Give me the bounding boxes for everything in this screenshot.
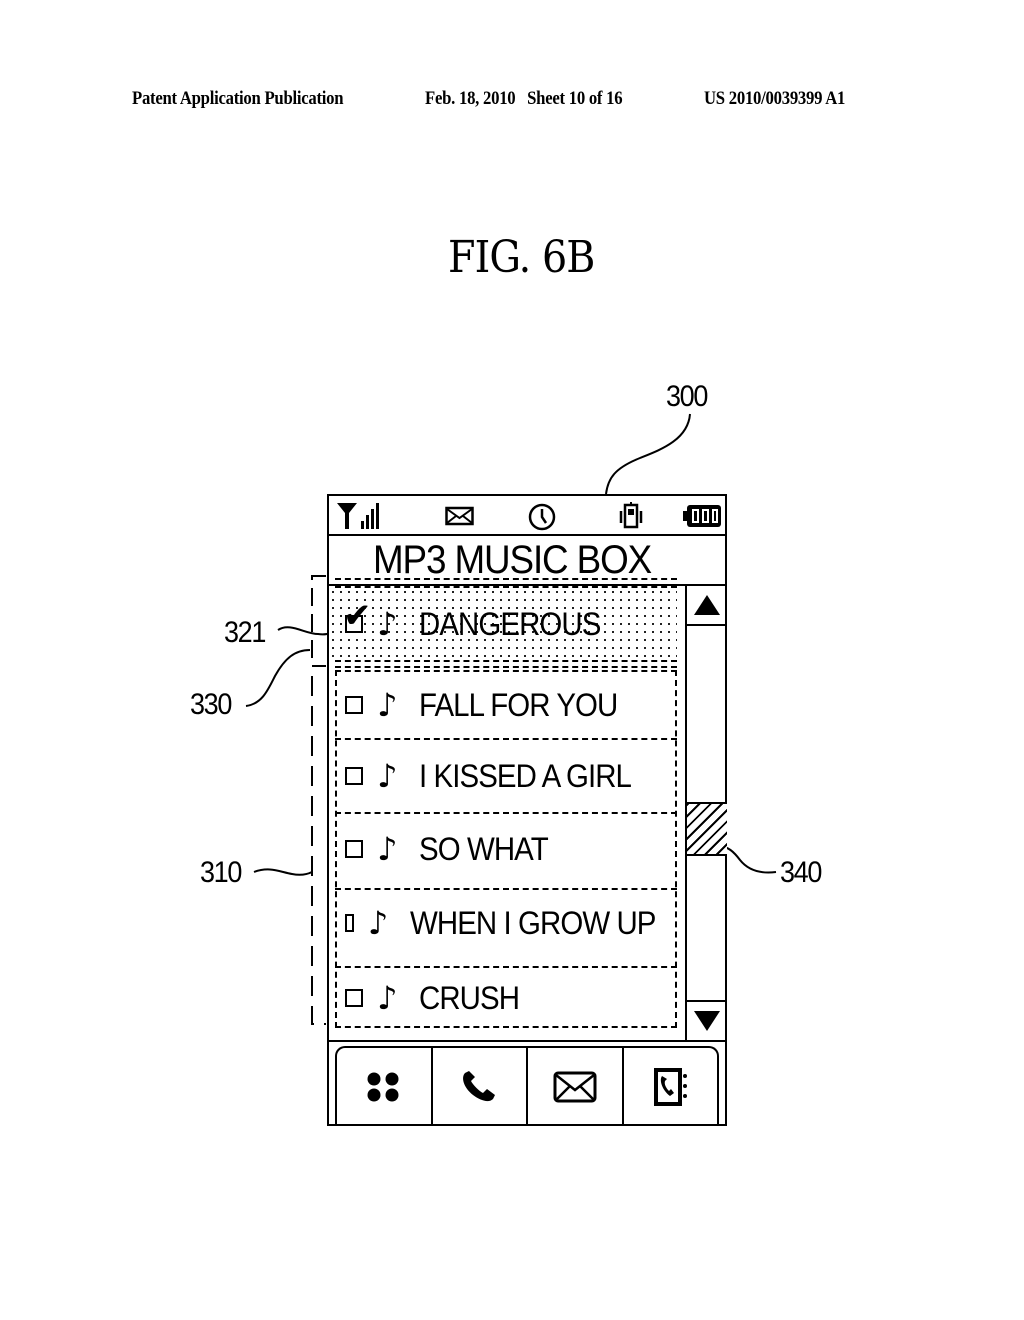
signal-strength-icon — [335, 500, 385, 532]
checkbox-checked[interactable]: ✔ — [343, 599, 372, 633]
list-region-bracket-310 — [311, 676, 326, 1025]
song-list-item[interactable]: ✔ ♪ DANGEROUS — [329, 588, 677, 660]
row-divider — [335, 666, 677, 668]
leader-line-310 — [253, 868, 313, 876]
checkmark-icon: ✔ — [343, 596, 372, 636]
ref-label-300: 300 — [666, 380, 708, 413]
scroll-up-triangle-icon — [694, 595, 720, 615]
selected-region-bracket-330 — [311, 575, 326, 667]
soft-key-bar — [329, 1040, 725, 1126]
status-bar — [329, 496, 725, 536]
scroll-up-button[interactable] — [687, 586, 727, 626]
music-note-icon: ♪ — [377, 757, 398, 795]
scroll-thumb[interactable] — [687, 802, 727, 856]
checkbox[interactable] — [345, 840, 363, 858]
music-note-icon: ♪ — [377, 605, 398, 643]
scrollbar[interactable] — [685, 586, 727, 1040]
music-note-icon: ♪ — [377, 830, 398, 868]
song-list-item[interactable]: ♪ WHEN I GROW UP — [329, 890, 677, 956]
leader-line-330 — [245, 649, 311, 707]
ref-label-340: 340 — [780, 856, 822, 889]
menu-grid-icon — [367, 1072, 399, 1102]
call-softkey[interactable] — [433, 1048, 528, 1126]
song-title: I KISSED A GIRL — [419, 757, 632, 794]
ref-label-310: 310 — [200, 856, 242, 889]
message-softkey[interactable] — [528, 1048, 624, 1126]
app-title: MP3 MUSIC BOX — [373, 538, 652, 582]
song-list[interactable]: ✔ ♪ DANGEROUS ♪ FALL FOR YOU ♪ I KISSED … — [329, 586, 685, 1040]
song-list-item[interactable]: ♪ CRUSH — [329, 968, 677, 1028]
song-title: WHEN I GROW UP — [410, 904, 656, 941]
figure-title: FIG. 6B — [448, 232, 595, 283]
patent-number-label: US 2010/0039399 A1 — [704, 88, 846, 109]
checkbox[interactable] — [345, 989, 363, 1007]
scroll-down-button[interactable] — [687, 1000, 727, 1040]
song-list-item[interactable]: ♪ SO WHAT — [329, 814, 677, 884]
envelope-icon — [553, 1071, 597, 1103]
ref-label-330: 330 — [190, 688, 232, 721]
checkbox[interactable] — [345, 696, 363, 714]
checkbox[interactable] — [345, 914, 354, 932]
mobile-device-screen: MP3 MUSIC BOX ✔ ♪ DANGEROUS ♪ FALL FOR Y… — [327, 494, 727, 1126]
song-title: DANGEROUS — [419, 605, 601, 642]
clock-alarm-icon — [527, 500, 557, 532]
scroll-down-triangle-icon — [694, 1011, 720, 1031]
battery-icon — [683, 500, 723, 532]
menu-softkey[interactable] — [337, 1048, 433, 1126]
date-sheet-label: Feb. 18, 2010 Sheet 10 of 16 — [425, 88, 623, 109]
publication-label: Patent Application Publication — [132, 88, 344, 109]
app-title-bar: MP3 MUSIC BOX — [329, 536, 725, 586]
ref-label-321: 321 — [224, 616, 266, 649]
music-note-icon: ♪ — [367, 904, 389, 942]
song-title: CRUSH — [419, 979, 520, 1016]
song-title: SO WHAT — [419, 830, 549, 867]
title-dashed-underline — [335, 578, 677, 580]
message-envelope-icon — [445, 500, 475, 532]
song-list-item[interactable]: ♪ I KISSED A GIRL — [329, 740, 677, 812]
music-note-icon: ♪ — [377, 979, 398, 1017]
vibrate-mode-icon — [617, 500, 645, 532]
checkbox[interactable] — [345, 767, 363, 785]
song-list-item[interactable]: ♪ FALL FOR YOU — [329, 672, 677, 738]
leader-line-300 — [605, 413, 691, 495]
phone-handset-icon — [463, 1071, 496, 1102]
phonebook-icon — [654, 1068, 688, 1106]
phonebook-softkey[interactable] — [624, 1048, 718, 1126]
music-note-icon: ♪ — [377, 686, 398, 724]
song-title: FALL FOR YOU — [419, 686, 618, 723]
